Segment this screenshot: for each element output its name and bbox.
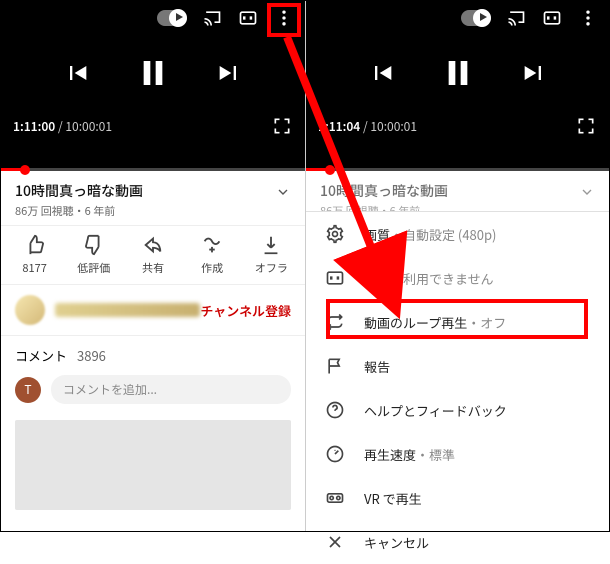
loop-icon (324, 312, 346, 332)
chevron-down-icon[interactable] (275, 181, 291, 205)
menu-report[interactable]: 報告 (306, 344, 609, 388)
video-title: 10時間真っ暗な動画 (15, 181, 143, 201)
comments-count: 3896 (77, 346, 106, 365)
total-time: 10:00:01 (370, 118, 417, 135)
video-player: 1:11:00 / 10:00:01 (1, 1, 305, 171)
vr-icon (324, 488, 346, 508)
chevron-down-icon (579, 181, 595, 205)
cc-icon (324, 268, 346, 288)
channel-avatar (15, 295, 45, 325)
video-info[interactable]: 10時間真っ暗な動画 86万 回視聴・6 年前 (1, 171, 305, 226)
user-avatar: T (15, 377, 41, 403)
comment-input[interactable]: コメントを追加... (51, 375, 291, 404)
speed-icon (324, 444, 346, 464)
next-video-thumbnail[interactable] (15, 420, 291, 510)
progress-bar[interactable] (1, 168, 305, 171)
video-player: 1:11:04 / 10:00:01 (306, 1, 609, 171)
subscribe-button[interactable]: チャンネル登録 (200, 301, 291, 320)
like-button[interactable]: 8177 (7, 234, 63, 276)
more-icon[interactable] (273, 7, 295, 29)
help-icon (324, 400, 346, 420)
time-display: 1:11:04 / 10:00:01 (318, 118, 417, 135)
fullscreen-icon[interactable] (271, 115, 293, 137)
menu-cancel[interactable]: キャンセル (306, 520, 609, 564)
autoplay-switch[interactable] (157, 10, 187, 26)
channel-row[interactable]: チャンネル登録 (1, 284, 305, 336)
time-display: 1:11:00 / 10:00:01 (13, 118, 112, 135)
pause-icon[interactable] (137, 53, 169, 98)
gear-icon (324, 224, 346, 244)
more-icon[interactable] (577, 7, 599, 29)
cc-icon[interactable] (237, 7, 259, 29)
previous-icon[interactable] (368, 59, 396, 92)
close-icon (324, 532, 346, 552)
right-phone: 1:11:04 / 10:00:01 10時間真っ暗な動画 86万 回視聴・6 … (305, 1, 609, 531)
channel-name (55, 303, 200, 317)
fullscreen-icon[interactable] (575, 115, 597, 137)
previous-icon[interactable] (63, 59, 91, 92)
autoplay-switch[interactable] (461, 10, 491, 26)
flag-icon (324, 356, 346, 376)
cc-icon[interactable] (541, 7, 563, 29)
current-time: 1:11:04 (318, 118, 360, 135)
pause-icon[interactable] (442, 53, 474, 98)
total-time: 10:00:01 (65, 118, 112, 135)
cast-icon[interactable] (505, 7, 527, 29)
current-time: 1:11:00 (13, 118, 55, 135)
left-phone: 1:11:00 / 10:00:01 10時間真っ暗な動画 86万 回視聴・6 … (1, 1, 305, 531)
cast-icon[interactable] (201, 7, 223, 29)
next-icon[interactable] (520, 59, 548, 92)
comments-label: コメント (15, 346, 67, 365)
share-button[interactable]: 共有 (125, 234, 181, 276)
menu-help[interactable]: ヘルプとフィードバック (306, 388, 609, 432)
menu-captions[interactable]: 字幕・利用できません (306, 256, 609, 300)
options-menu: 画質・自動設定 (480p) 字幕・利用できません 動画のループ再生・オフ 報告… (306, 211, 609, 531)
menu-quality[interactable]: 画質・自動設定 (480p) (306, 212, 609, 256)
comments-header[interactable]: コメント 3896 (1, 336, 305, 369)
video-meta: 86万 回視聴・6 年前 (15, 203, 143, 219)
create-button[interactable]: 作成 (184, 234, 240, 276)
menu-speed[interactable]: 再生速度・標準 (306, 432, 609, 476)
action-bar: 8177 低評価 共有 作成 オフラ (1, 226, 305, 284)
dislike-button[interactable]: 低評価 (66, 234, 122, 276)
menu-loop[interactable]: 動画のループ再生・オフ (306, 300, 609, 344)
like-count: 8177 (22, 260, 46, 276)
video-title: 10時間真っ暗な動画 (320, 181, 448, 201)
next-icon[interactable] (215, 59, 243, 92)
menu-vr[interactable]: VR で再生 (306, 476, 609, 520)
offline-button[interactable]: オフラ (243, 234, 299, 276)
